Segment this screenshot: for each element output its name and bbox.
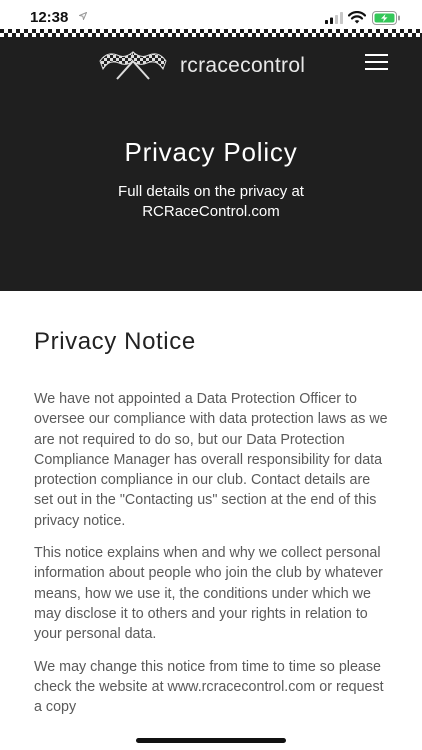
home-indicator[interactable] — [136, 738, 286, 743]
paragraph: This notice explains when and why we col… — [34, 545, 383, 643]
hamburger-menu-icon[interactable] — [364, 52, 390, 72]
status-bar: 12:38 — [0, 0, 422, 30]
paragraph: We have not appointed a Data Protection … — [34, 391, 388, 529]
logo-text: rcracecontrol — [180, 54, 306, 77]
signal-icon — [325, 12, 343, 24]
section-heading: Privacy Notice — [34, 328, 196, 355]
page-title: Privacy Policy — [124, 137, 298, 167]
status-time: 12:38 — [30, 9, 69, 26]
location-arrow-icon — [79, 12, 87, 20]
paragraph: We may change this notice from time to t… — [34, 658, 384, 716]
checkered-border — [0, 29, 422, 37]
privacy-content: Privacy Notice We have not appointed a D… — [34, 318, 390, 717]
page-subtitle: Full details on the privacy at RCRaceCon… — [118, 183, 304, 220]
header-hero: rcracecontrol Privacy Policy Full detail… — [0, 37, 422, 291]
wifi-icon — [348, 11, 366, 24]
battery-charging-icon — [372, 11, 400, 25]
checkered-flags-icon — [99, 51, 167, 80]
site-logo[interactable]: rcracecontrol — [95, 49, 330, 83]
